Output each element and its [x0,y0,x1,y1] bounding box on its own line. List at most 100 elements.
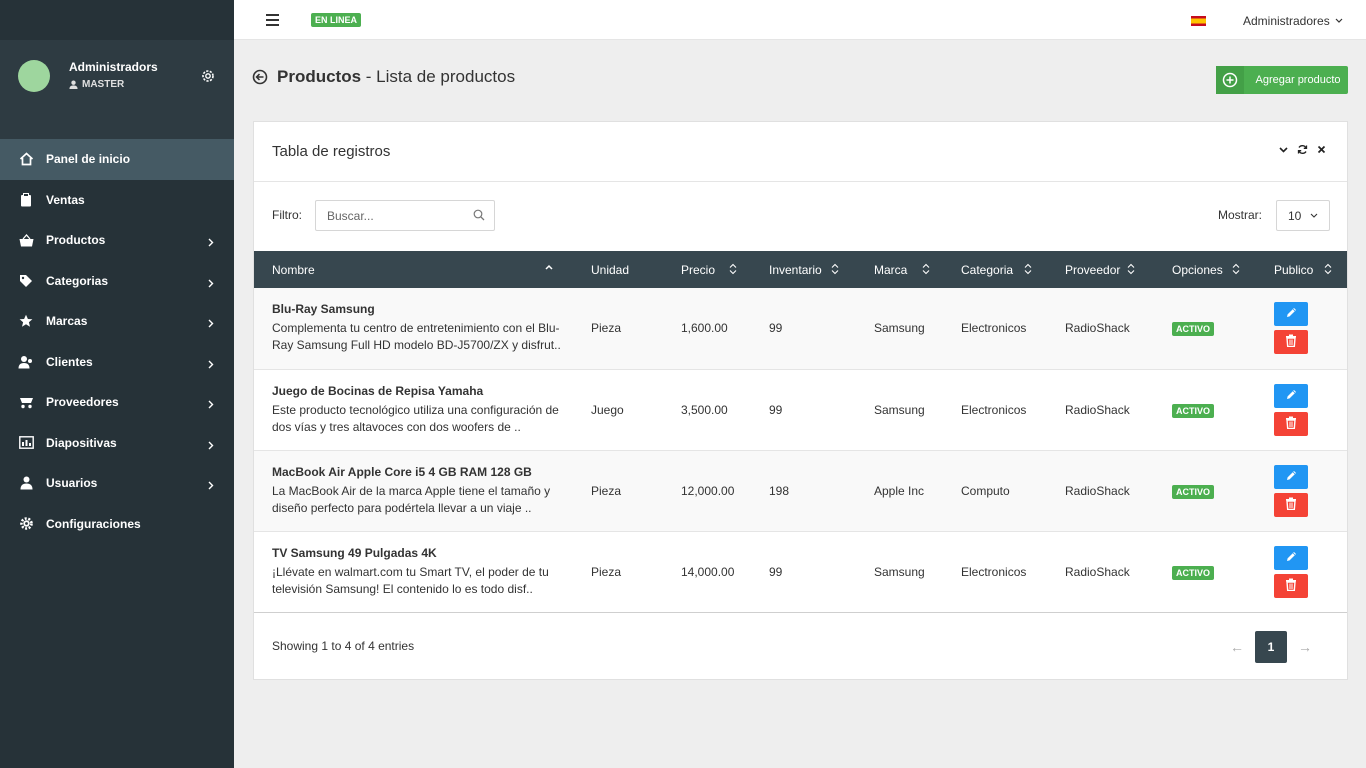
column-header-inventario[interactable]: Inventario [751,251,856,288]
product-name: MacBook Air Apple Core i5 4 GB RAM 128 G… [272,464,532,479]
sidebar-item-usuarios[interactable]: Usuarios [0,463,234,504]
cell-unit: Juego [591,402,624,417]
sidebar-nav: Panel de inicio Ventas Productos Categorias… [0,139,234,544]
sidebar-item-productos[interactable]: Productos [0,220,234,261]
cell-actions [1256,531,1347,612]
cell-price: 14,000.00 [681,564,735,579]
menu-icon[interactable] [266,14,279,26]
cell-price: 12,000.00 [681,483,735,498]
topbar: EN LINEA Administradores [234,0,1366,40]
sidebar-item-label: Panel de inicio [46,152,131,167]
trash-icon [1285,497,1297,513]
user-menu[interactable]: Administradores [1243,14,1343,28]
column-header-label: Categoria [961,262,1014,277]
sort-asc-icon [545,263,553,275]
cell-unit: Pieza [591,564,622,579]
collapse-chevron-icon[interactable] [1278,144,1289,155]
products-table: Nombre Unidad Precio Inventario Marca Categor… [254,251,1347,613]
close-icon[interactable] [1316,144,1327,155]
gear-icon [18,516,34,532]
role-label: MASTER [82,79,125,90]
slides-icon [18,435,34,451]
settings-gear-icon[interactable] [200,68,216,84]
page-1-button[interactable]: 1 [1255,630,1287,663]
clients-icon [18,354,34,370]
status-badge[interactable]: ACTIVO [1172,565,1215,580]
table-header-row: Nombre Unidad Precio Inventario Marca Categor… [254,251,1347,288]
sidebar-item-clientes[interactable]: Clientes [0,342,234,383]
column-header-label: Publico [1274,262,1314,277]
delete-button[interactable] [1274,492,1308,517]
cell-brand: Samsung [874,321,925,336]
edit-button[interactable] [1274,302,1308,327]
edit-button[interactable] [1274,383,1308,408]
sidebar-item-panel-de-inicio[interactable]: Panel de inicio [0,139,234,180]
column-header-proveedor[interactable]: Proveedor [1047,251,1154,288]
sidebar-item-categorias[interactable]: Categorias [0,261,234,302]
column-header-opciones[interactable]: Opciones [1154,251,1256,288]
column-header-precio[interactable]: Precio [663,251,751,288]
pencil-icon [1285,388,1298,404]
next-page-button[interactable]: → [1287,631,1323,663]
table-row: Blu-Ray Samsung Complementa tu centro de … [254,288,1347,369]
plus-circle-icon [1216,66,1244,94]
column-header-publico[interactable]: Publico [1256,251,1347,288]
card-tools [1278,144,1327,155]
cell-supplier: RadioShack [1065,483,1130,498]
chevron-down-icon [1310,213,1318,218]
sidebar-item-marcas[interactable]: Marcas [0,301,234,342]
cell-supplier: RadioShack [1065,402,1130,417]
prev-page-button[interactable]: ← [1219,631,1255,663]
back-arrow-icon[interactable] [252,69,268,85]
online-status-badge: EN LINEA [311,13,362,27]
product-name: Blu-Ray Samsung [272,302,375,317]
column-header-unidad[interactable]: Unidad [573,251,663,288]
search-icon[interactable] [473,209,485,221]
avatar[interactable] [18,60,50,92]
card-title: Tabla de registros [272,143,391,160]
sort-icon [1232,263,1240,275]
cell-stock: 99 [769,321,783,336]
add-product-label: Agregar producto [1255,74,1341,86]
pagination: ← 1 → [1219,630,1323,663]
cell-name: MacBook Air Apple Core i5 4 GB RAM 128 G… [254,450,573,531]
sidebar-item-proveedores[interactable]: Proveedores [0,382,234,423]
cell-stock: 99 [769,402,783,417]
product-name: Juego de Bocinas de Repisa Yamaha [272,383,484,398]
user-icon [18,475,34,491]
edit-button[interactable] [1274,545,1308,570]
pencil-icon [1285,550,1298,566]
column-header-nombre[interactable]: Nombre [254,251,573,288]
column-header-label: Opciones [1172,262,1223,277]
sidebar-item-configuraciones[interactable]: Configuraciones [0,504,234,545]
delete-button[interactable] [1274,330,1308,355]
status-badge[interactable]: ACTIVO [1172,403,1215,418]
cell-status: ACTIVO [1154,450,1256,531]
add-product-button[interactable]: Agregar producto [1216,66,1348,94]
sidebar-item-label: Configuraciones [46,516,141,531]
cell-brand: Samsung [874,564,925,579]
sidebar-item-diapositivas[interactable]: Diapositivas [0,423,234,464]
column-header-marca[interactable]: Marca [856,251,943,288]
sort-icon [831,263,839,275]
trash-icon [1285,578,1297,594]
search-input[interactable] [316,201,456,230]
home-icon [18,151,34,167]
spain-flag-icon[interactable] [1191,16,1206,26]
delete-button[interactable] [1274,411,1308,436]
search-box [315,200,495,231]
cell-price: 1,600.00 [681,321,728,336]
cell-actions [1256,369,1347,450]
sidebar-item-ventas[interactable]: Ventas [0,180,234,221]
delete-button[interactable] [1274,573,1308,598]
status-badge[interactable]: ACTIVO [1172,322,1215,337]
edit-button[interactable] [1274,464,1308,489]
sidebar-item-label: Clientes [46,354,93,369]
column-header-categoria[interactable]: Categoria [943,251,1047,288]
sort-icon [1324,263,1332,275]
truck-icon [18,394,34,410]
status-badge[interactable]: ACTIVO [1172,484,1215,499]
refresh-icon[interactable] [1297,144,1308,155]
sidebar-item-label: Categorias [46,273,109,288]
page-size-select[interactable]: 10 [1276,200,1330,231]
